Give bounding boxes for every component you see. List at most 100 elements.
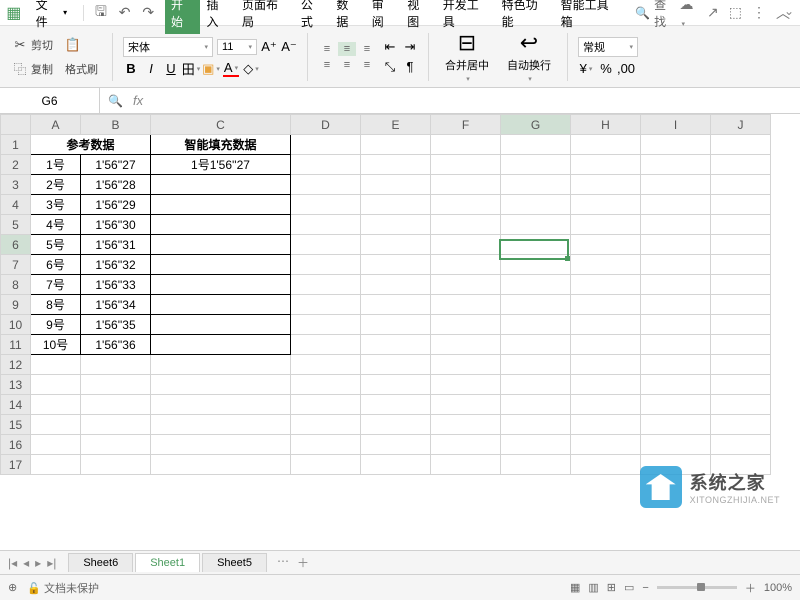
- cell-C15[interactable]: [151, 415, 291, 435]
- align-bottom-center-icon[interactable]: ≡: [338, 58, 356, 72]
- cell-H7[interactable]: [571, 255, 641, 275]
- row-header-8[interactable]: 8: [1, 275, 31, 295]
- cell-G5[interactable]: [501, 215, 571, 235]
- cell-F5[interactable]: [431, 215, 501, 235]
- cell-H16[interactable]: [571, 435, 641, 455]
- col-header-B[interactable]: B: [81, 115, 151, 135]
- cell-I7[interactable]: [641, 255, 711, 275]
- cell-H4[interactable]: [571, 195, 641, 215]
- cell-F7[interactable]: [431, 255, 501, 275]
- increase-indent-icon[interactable]: ⇥: [402, 39, 418, 55]
- sheet-tab-Sheet6[interactable]: Sheet6: [68, 553, 133, 572]
- format-painter-button[interactable]: 格式刷: [61, 59, 102, 79]
- cell-F1[interactable]: [431, 135, 501, 155]
- align-top-right-icon[interactable]: ≡: [358, 42, 376, 56]
- number-format-select[interactable]: 常规: [578, 37, 638, 57]
- cell-I15[interactable]: [641, 415, 711, 435]
- cell-F6[interactable]: [431, 235, 501, 255]
- cell-J8[interactable]: [711, 275, 771, 295]
- cell-I14[interactable]: [641, 395, 711, 415]
- cell-E5[interactable]: [361, 215, 431, 235]
- cell-B6[interactable]: 1'56''31: [81, 235, 151, 255]
- first-sheet-icon[interactable]: |◂: [8, 556, 17, 570]
- fill-color-icon[interactable]: ▣: [203, 61, 219, 77]
- cell-D12[interactable]: [291, 355, 361, 375]
- align-top-left-icon[interactable]: ≡: [318, 42, 336, 56]
- cell-J17[interactable]: [711, 455, 771, 475]
- cell-J10[interactable]: [711, 315, 771, 335]
- cell-G4[interactable]: [501, 195, 571, 215]
- cell-E11[interactable]: [361, 335, 431, 355]
- cut-button[interactable]: ✂剪切: [8, 35, 57, 55]
- cell-I16[interactable]: [641, 435, 711, 455]
- cell-G16[interactable]: [501, 435, 571, 455]
- share-icon[interactable]: ↗: [707, 4, 719, 21]
- cell-E2[interactable]: [361, 155, 431, 175]
- cell-C7[interactable]: [151, 255, 291, 275]
- cell-J2[interactable]: [711, 155, 771, 175]
- col-header-A[interactable]: A: [31, 115, 81, 135]
- align-top-center-icon[interactable]: ≡: [338, 42, 356, 56]
- cell-C12[interactable]: [151, 355, 291, 375]
- row-header-4[interactable]: 4: [1, 195, 31, 215]
- cloud-icon[interactable]: ☁: [679, 0, 697, 29]
- cell-D1[interactable]: [291, 135, 361, 155]
- row-header-1[interactable]: 1: [1, 135, 31, 155]
- cell-H5[interactable]: [571, 215, 641, 235]
- cell-I11[interactable]: [641, 335, 711, 355]
- cell-F13[interactable]: [431, 375, 501, 395]
- col-header-D[interactable]: D: [291, 115, 361, 135]
- row-header-16[interactable]: 16: [1, 435, 31, 455]
- italic-icon[interactable]: I: [143, 61, 159, 77]
- cell-G17[interactable]: [501, 455, 571, 475]
- cell-J6[interactable]: [711, 235, 771, 255]
- cell-D9[interactable]: [291, 295, 361, 315]
- cell-H10[interactable]: [571, 315, 641, 335]
- lookup-icon[interactable]: 🔍: [108, 94, 123, 108]
- cell-I17[interactable]: [641, 455, 711, 475]
- cell-E13[interactable]: [361, 375, 431, 395]
- underline-icon[interactable]: U: [163, 61, 179, 77]
- more-icon[interactable]: ⋮: [752, 4, 766, 21]
- sheet-tab-Sheet1[interactable]: Sheet1: [135, 553, 200, 572]
- cell-I1[interactable]: [641, 135, 711, 155]
- cell-D5[interactable]: [291, 215, 361, 235]
- cell-D6[interactable]: [291, 235, 361, 255]
- cell-C13[interactable]: [151, 375, 291, 395]
- align-bottom-right-icon[interactable]: ≡: [358, 58, 376, 72]
- cell-A12[interactable]: [31, 355, 81, 375]
- cell-B12[interactable]: [81, 355, 151, 375]
- cell-G1[interactable]: [501, 135, 571, 155]
- cell-J14[interactable]: [711, 395, 771, 415]
- cell-B13[interactable]: [81, 375, 151, 395]
- cell-B4[interactable]: 1'56''29: [81, 195, 151, 215]
- cell-A15[interactable]: [31, 415, 81, 435]
- row-header-7[interactable]: 7: [1, 255, 31, 275]
- cell-I3[interactable]: [641, 175, 711, 195]
- border-icon[interactable]: 田: [183, 61, 199, 77]
- cell-A16[interactable]: [31, 435, 81, 455]
- row-header-2[interactable]: 2: [1, 155, 31, 175]
- zoom-in-icon[interactable]: ＋: [745, 580, 756, 596]
- cell-C11[interactable]: [151, 335, 291, 355]
- cell-G12[interactable]: [501, 355, 571, 375]
- cell-A3[interactable]: 2号: [31, 175, 81, 195]
- row-header-12[interactable]: 12: [1, 355, 31, 375]
- cell-E3[interactable]: [361, 175, 431, 195]
- cell-D4[interactable]: [291, 195, 361, 215]
- prev-sheet-icon[interactable]: ◂: [23, 556, 29, 570]
- paste-button[interactable]: 📋: [61, 35, 85, 55]
- cell-H8[interactable]: [571, 275, 641, 295]
- cell-A10[interactable]: 9号: [31, 315, 81, 335]
- cell-J12[interactable]: [711, 355, 771, 375]
- formula-bar[interactable]: 🔍 fx: [100, 93, 800, 108]
- row-header-14[interactable]: 14: [1, 395, 31, 415]
- bold-icon[interactable]: B: [123, 61, 139, 77]
- cell-H17[interactable]: [571, 455, 641, 475]
- col-header-C[interactable]: C: [151, 115, 291, 135]
- more-sheets-icon[interactable]: ⋯: [277, 554, 289, 571]
- name-box[interactable]: G6: [0, 88, 100, 113]
- cell-J11[interactable]: [711, 335, 771, 355]
- cell-A5[interactable]: 4号: [31, 215, 81, 235]
- cell-E17[interactable]: [361, 455, 431, 475]
